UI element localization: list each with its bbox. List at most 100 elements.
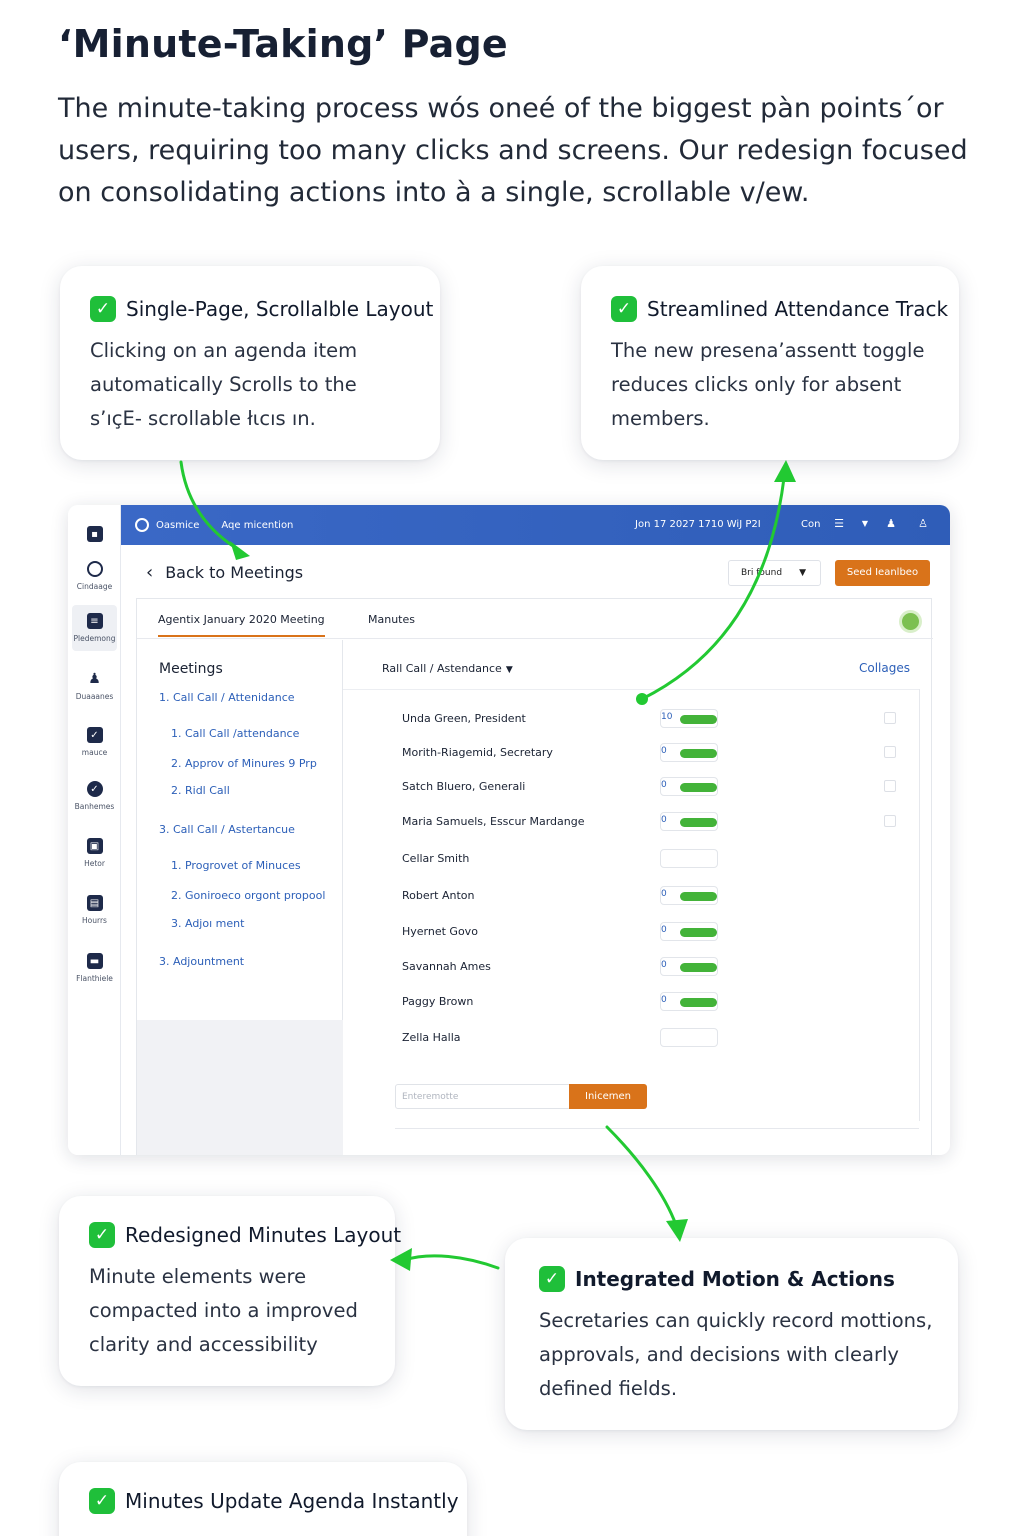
status-select[interactable]: Bri found ▼ bbox=[728, 560, 821, 586]
rail-item-approvals[interactable]: ✓ Banhemes bbox=[72, 773, 117, 819]
presence-toggle[interactable] bbox=[660, 777, 718, 796]
status-indicator bbox=[899, 610, 922, 633]
attendee-name: Maria Samuels, Esscur Mardange bbox=[402, 815, 585, 828]
attendee-count: 0 bbox=[661, 746, 667, 756]
rail-item-reports[interactable]: ▤ Hourrs bbox=[72, 887, 117, 933]
agenda-heading: Meetings bbox=[159, 661, 223, 677]
presence-toggle[interactable] bbox=[660, 849, 718, 868]
menu-icon[interactable]: ☰ bbox=[833, 518, 845, 530]
presence-toggle[interactable] bbox=[660, 957, 718, 976]
attendee-row: Morith-Riagemid, Secretary 0 bbox=[402, 743, 922, 763]
attendee-count: 0 bbox=[661, 960, 667, 970]
present-indicator bbox=[680, 818, 717, 827]
rail-item-dashboard[interactable]: Cindaage bbox=[72, 553, 117, 599]
agenda-item[interactable]: 2. Goniroeco orgont propool bbox=[171, 889, 325, 902]
back-to-meetings-link[interactable]: ‹ Back to Meetings bbox=[146, 562, 303, 583]
tasks-icon: ✓ bbox=[86, 727, 103, 743]
rail-item-documents[interactable]: ▣ Hetor bbox=[72, 830, 117, 876]
checkmark-icon: ✓ bbox=[539, 1266, 565, 1292]
app-icon: ▪ bbox=[86, 526, 103, 542]
card-title: Streamlined Attendance Track bbox=[647, 297, 949, 321]
profile-icon[interactable]: ♙ bbox=[917, 518, 929, 530]
rail-item-meetings[interactable]: ≡ Pledemong bbox=[72, 605, 117, 651]
attendee-checkbox[interactable] bbox=[884, 712, 896, 724]
rail-label: mauce bbox=[81, 748, 108, 757]
checkmark-icon: ✓ bbox=[90, 296, 116, 322]
top-bar: Oasmice Aqe micention Jon 17 2027 1710 W… bbox=[121, 505, 950, 545]
send-button[interactable]: Seed Ieanlbeo bbox=[835, 560, 930, 586]
attendee-count: 0 bbox=[661, 815, 667, 825]
collages-link[interactable]: Collages bbox=[859, 661, 910, 675]
attendee-name: Paggy Brown bbox=[402, 995, 474, 1008]
presence-toggle[interactable] bbox=[660, 1028, 718, 1047]
checkmark-icon: ✓ bbox=[89, 1488, 115, 1514]
feature-card-attendance: ✓ Streamlined Attendance Track The new p… bbox=[581, 266, 959, 460]
motion-button[interactable]: Inicemen bbox=[569, 1084, 647, 1109]
tab-minutes[interactable]: Manutes bbox=[368, 613, 415, 626]
tab-bar: Agentix January 2020 Meeting Manutes bbox=[137, 599, 933, 639]
present-indicator bbox=[680, 715, 717, 724]
agenda-item[interactable]: 1. Progrovet of Minuces bbox=[171, 859, 301, 872]
attendee-row: Maria Samuels, Esscur Mardange 0 bbox=[402, 812, 922, 832]
divider bbox=[395, 1128, 919, 1129]
present-indicator bbox=[680, 963, 717, 972]
checkmark-icon: ✓ bbox=[89, 1222, 115, 1248]
rail-item-app[interactable]: ▪ bbox=[72, 511, 117, 557]
agenda-item[interactable]: 1. Call Call / Attenidance bbox=[159, 691, 295, 704]
presence-toggle[interactable] bbox=[660, 812, 718, 831]
present-indicator bbox=[680, 998, 717, 1007]
roll-call-heading: Rall Call / Astendance bbox=[382, 662, 502, 675]
attendee-count: 0 bbox=[661, 925, 667, 935]
attendee-name: Unda Green, President bbox=[402, 712, 526, 725]
rail-label: Pledemong bbox=[73, 634, 116, 643]
agenda-item[interactable]: 1. Call Call /attendance bbox=[171, 727, 299, 740]
attendee-name: Hyernet Govo bbox=[402, 925, 478, 938]
meetings-icon: ≡ bbox=[86, 613, 103, 629]
attendee-row: Robert Anton 0 bbox=[402, 886, 922, 906]
feature-card-motions: ✓ Integrated Motion & Actions Secretarie… bbox=[505, 1238, 958, 1430]
chevron-down-icon: ▼ bbox=[799, 568, 806, 578]
attendee-name: Cellar Smith bbox=[402, 852, 470, 865]
attendee-row: Hyernet Govo 0 bbox=[402, 922, 922, 942]
chevron-left-icon: ‹ bbox=[146, 562, 154, 583]
presence-toggle[interactable] bbox=[660, 743, 718, 762]
agenda-item[interactable]: 3. Adjoı ment bbox=[171, 917, 244, 930]
app-name: Aqe micention bbox=[221, 519, 294, 531]
roll-call-dropdown[interactable]: Rall Call / Astendance ▼ bbox=[382, 662, 513, 675]
presence-toggle[interactable] bbox=[660, 992, 718, 1011]
present-indicator bbox=[680, 783, 717, 792]
attendee-checkbox[interactable] bbox=[884, 746, 896, 758]
agenda-item[interactable]: 3. Call Call / Astertancue bbox=[159, 823, 295, 836]
page-title: ‘Minute-Taking’ Page bbox=[58, 22, 508, 66]
attendee-count: 0 bbox=[661, 889, 667, 899]
user-name[interactable]: Con bbox=[801, 519, 820, 530]
billing-icon: ▬ bbox=[86, 953, 103, 969]
rail-item-members[interactable]: ♟ Duaaanes bbox=[72, 663, 117, 709]
members-icon: ♟ bbox=[88, 671, 101, 687]
approvals-icon: ✓ bbox=[86, 781, 103, 797]
presence-toggle[interactable] bbox=[660, 922, 718, 941]
arrowhead bbox=[774, 460, 796, 482]
rail-item-tasks[interactable]: ✓ mauce bbox=[72, 719, 117, 765]
attendee-name: Satch Bluero, Generali bbox=[402, 780, 526, 793]
chevron-down-icon[interactable]: ▼ bbox=[859, 518, 871, 530]
feature-card-scrollable-layout: ✓ Single-Page, Scrollalble Layout Clicki… bbox=[60, 266, 440, 460]
attendee-row: Unda Green, President 10 bbox=[402, 709, 922, 729]
card-text: Minute elements were compacted into a im… bbox=[89, 1265, 358, 1356]
presence-toggle[interactable] bbox=[660, 886, 718, 905]
attendee-count: 0 bbox=[661, 995, 667, 1005]
back-label: Back to Meetings bbox=[165, 563, 304, 582]
attendee-checkbox[interactable] bbox=[884, 780, 896, 792]
attendee-row: Savannah Ames 0 bbox=[402, 957, 922, 977]
users-icon[interactable]: ♟ bbox=[885, 518, 897, 530]
attendee-checkbox[interactable] bbox=[884, 815, 896, 827]
rail-label: Flanthiele bbox=[76, 974, 113, 983]
agenda-nav: Meetings 1. Call Call / Attenidance 1. C… bbox=[137, 640, 343, 1155]
rail-item-billing[interactable]: ▬ Flanthiele bbox=[72, 945, 117, 991]
agenda-item[interactable]: 3. Adjountment bbox=[159, 955, 244, 968]
motion-input[interactable]: Enteremotte bbox=[395, 1084, 571, 1109]
tab-meeting[interactable]: Agentix January 2020 Meeting bbox=[158, 613, 325, 637]
rail-label: Hourrs bbox=[82, 916, 107, 925]
agenda-item[interactable]: 2. Approv of Minures 9 Prp bbox=[171, 757, 317, 770]
agenda-item[interactable]: 2. Ridl Call bbox=[171, 784, 230, 797]
